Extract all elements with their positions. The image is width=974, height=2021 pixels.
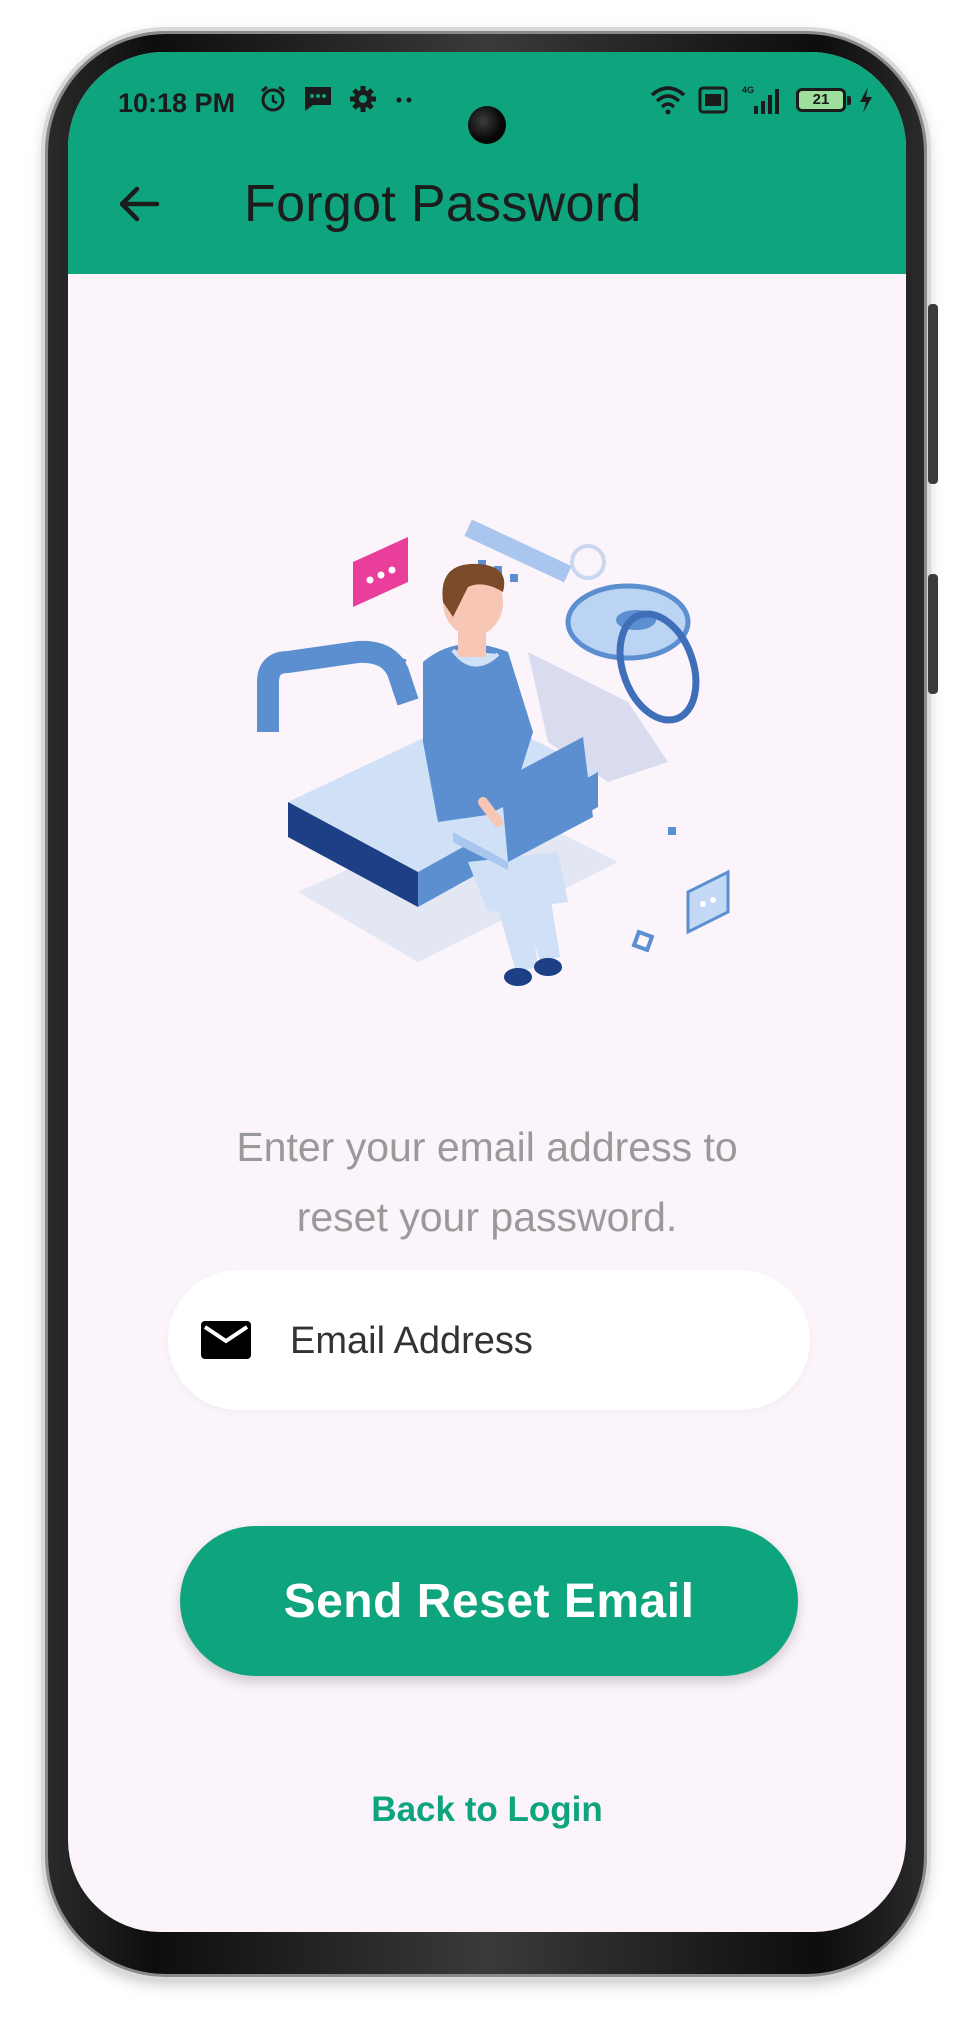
charging-bolt-icon [860, 87, 872, 113]
back-button[interactable] [106, 172, 170, 236]
status-time: 10:18 PM [118, 88, 236, 118]
power-button [928, 304, 938, 484]
volume-button [928, 574, 938, 694]
phone-screen: 10:18 PM 4G 21 Forgot Password Enter you… [68, 52, 906, 1932]
app-bar: 10:18 PM 4G 21 Forgot Password [68, 52, 906, 274]
status-bar: 10:18 PM 4G 21 [68, 82, 906, 144]
status-left-icons [258, 84, 418, 114]
svg-text:4G: 4G [742, 85, 754, 95]
email-field-container[interactable] [168, 1270, 810, 1410]
instruction-line-1: Enter your email address to [236, 1124, 738, 1170]
send-reset-email-button[interactable]: Send Reset Email [180, 1526, 798, 1676]
email-input[interactable] [288, 1300, 772, 1382]
message-icon [305, 87, 331, 111]
wifi-icon [650, 86, 686, 115]
mail-icon [201, 1321, 251, 1359]
page-title: Forgot Password [244, 175, 642, 233]
front-camera [468, 106, 506, 144]
battery-icon: 21 [796, 88, 851, 112]
instruction-line-2: reset your password. [296, 1194, 678, 1240]
alarm-icon [261, 85, 285, 112]
settings-gear-icon [350, 86, 376, 112]
back-to-login-link[interactable]: Back to Login [68, 1790, 906, 1830]
volte-icon [698, 86, 728, 114]
arrow-back-icon [119, 186, 160, 222]
instruction-text: Enter your email address to reset your p… [128, 1112, 846, 1252]
more-notifications-icon [396, 97, 412, 103]
status-right-icons: 4G 21 [650, 84, 874, 116]
forgot-password-illustration [257, 519, 730, 986]
battery-level: 21 [812, 91, 830, 108]
cellular-signal-icon: 4G [742, 85, 779, 114]
